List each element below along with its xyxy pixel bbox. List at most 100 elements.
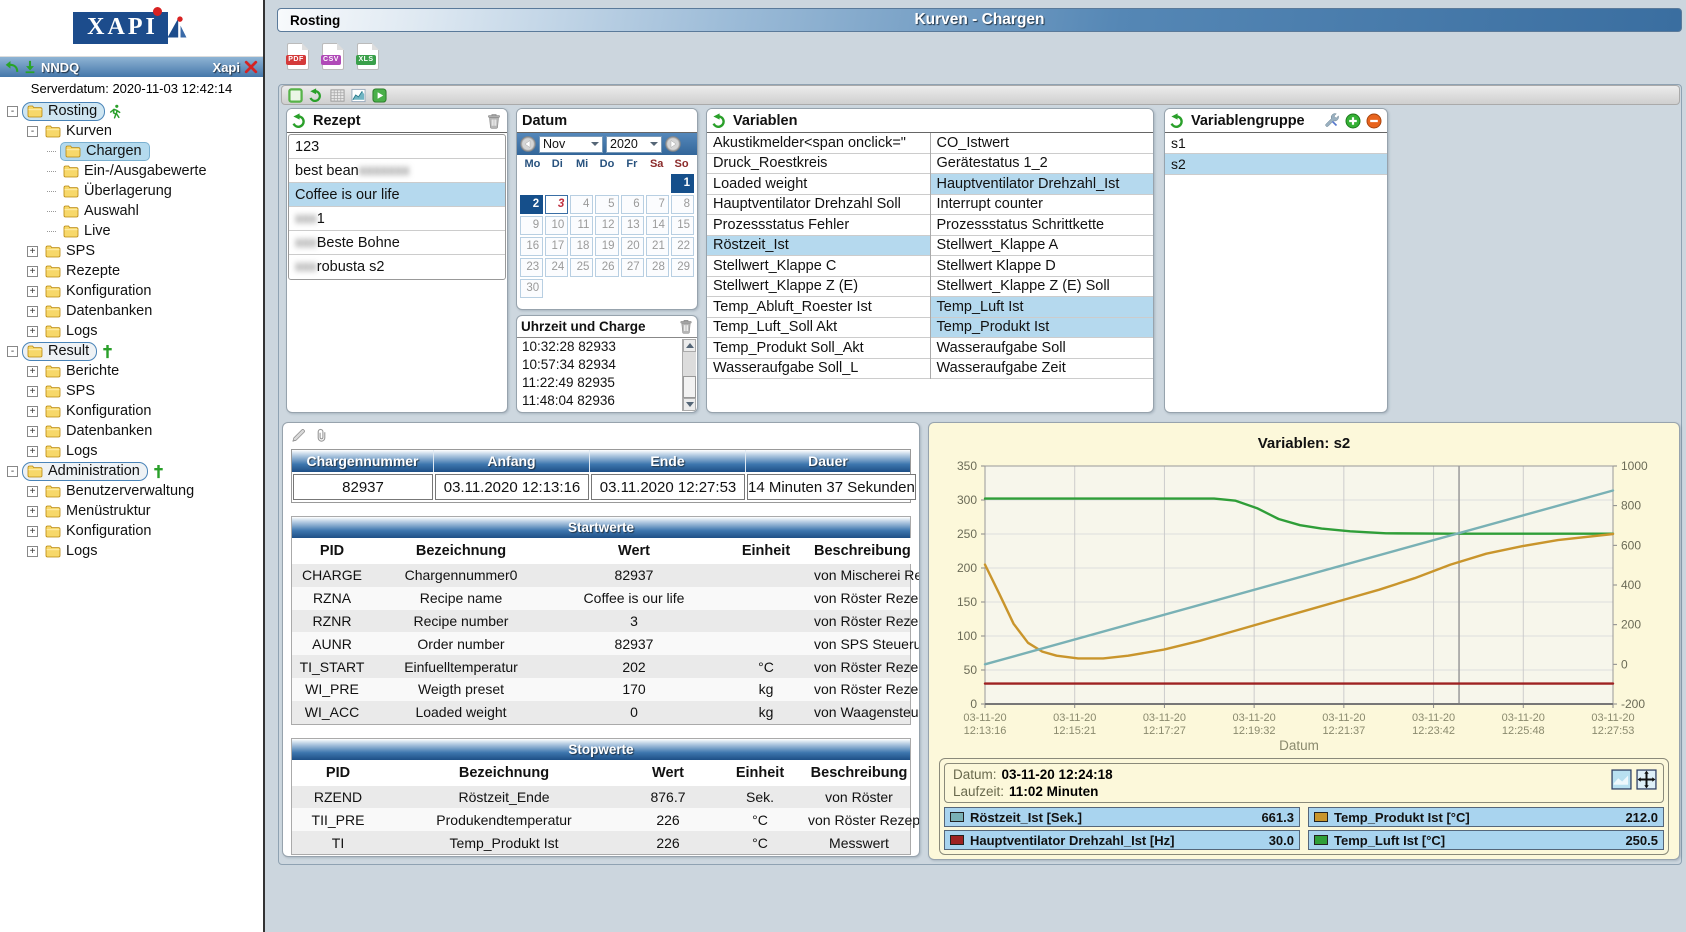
variable-item[interactable]: Loaded weight [707,174,930,195]
charge-time-item[interactable]: 11:22:49 82935 [518,375,682,393]
calendar-day[interactable]: 6 [621,195,644,214]
calendar-day[interactable]: 28 [646,258,669,277]
calendar-day[interactable]: 18 [570,237,593,256]
tree-expander[interactable] [7,106,18,117]
reset-icon[interactable] [1170,113,1186,129]
tree-node[interactable]: Chargen [60,142,150,161]
tree-item[interactable]: Datenbanken [0,301,263,321]
variable-item[interactable]: Hauptventilator Drehzahl_Ist [931,174,1154,195]
tree-item[interactable]: Result [0,341,263,361]
tree-item[interactable]: Berichte [0,361,263,381]
calendar-day[interactable]: 27 [621,258,644,277]
calendar-day[interactable]: 17 [545,237,568,256]
calendar-day[interactable]: 8 [671,195,694,214]
tree-node[interactable]: SPS [42,243,98,259]
tree-node[interactable]: Konfiguration [42,283,154,299]
tree-node[interactable]: Berichte [42,363,122,379]
tree-item[interactable]: Konfiguration [0,521,263,541]
calendar-day[interactable] [545,279,568,298]
tree-expander[interactable] [27,126,38,137]
calendar-day[interactable]: 22 [671,237,694,256]
tree-expander[interactable] [7,346,18,357]
export-pdf-button[interactable]: PDF [287,43,309,70]
variable-item[interactable]: Temp_Produkt Soll_Akt [707,338,930,359]
variable-item[interactable]: Temp_Luft Ist [931,297,1154,318]
tree-node[interactable]: Auswahl [60,203,142,219]
next-month-button[interactable] [665,136,681,152]
tree-item[interactable]: Rezepte [0,261,263,281]
tree-node[interactable]: Rezepte [42,263,123,279]
tree-node[interactable]: Menüstruktur [42,503,154,519]
scroll-thumb[interactable] [683,376,696,398]
calendar-day[interactable]: 20 [621,237,644,256]
pan-move-button[interactable] [1636,769,1657,790]
tree-node[interactable]: Ein-/Ausgabewerte [60,163,210,179]
variable-item[interactable]: Temp_Produkt Ist [931,318,1154,339]
tree-expander[interactable] [27,506,38,517]
month-select[interactable]: Nov [539,136,603,153]
tree-item[interactable]: Überlagerung [0,181,263,201]
rezept-item[interactable]: Coffee is our life [289,183,505,207]
tree-expander[interactable] [27,446,38,457]
chart-view-button[interactable] [351,88,366,103]
tree-node[interactable]: Logs [42,443,100,459]
tree-item[interactable]: Auswahl [0,201,263,221]
tree-item[interactable]: SPS [0,241,263,261]
variable-item[interactable]: Akustikmelder<span onclick=" [707,133,930,154]
tree-expander[interactable] [27,526,38,537]
tree-node[interactable]: Administration [22,462,148,481]
legend-entry[interactable]: Hauptventilator Drehzahl_Ist [Hz] 30.0 [944,830,1300,850]
variable-item[interactable]: Stellwert_Klappe Z (E) Soll [931,277,1154,298]
tree-node[interactable]: Konfiguration [42,403,154,419]
tree-node[interactable]: Result [22,342,97,361]
variable-item[interactable]: Interrupt counter [931,195,1154,216]
tree-item[interactable]: Konfiguration [0,401,263,421]
group-item[interactable]: s1 [1165,133,1387,154]
prev-month-button[interactable] [520,136,536,152]
add-group-button[interactable] [1345,113,1361,129]
calendar-day[interactable] [570,279,593,298]
variable-item[interactable]: Prozessstatus Schrittkette [931,215,1154,236]
tree-expander[interactable] [27,286,38,297]
calendar-day[interactable]: 23 [520,258,543,277]
variable-item[interactable]: Wasseraufgabe Zeit [931,359,1154,380]
tree-item[interactable]: Kurven [0,121,263,141]
rezept-item[interactable]: xxx Beste Bohne [289,231,505,255]
charge-time-item[interactable]: 10:32:28 82933 [518,339,682,357]
tree-node[interactable]: SPS [42,383,98,399]
pencil-icon[interactable] [291,428,306,443]
export-csv-button[interactable]: CSV [322,43,344,70]
chart-thumbnail-button[interactable] [1611,769,1632,790]
tree-node[interactable]: Logs [42,543,100,559]
tree-item[interactable]: SPS [0,381,263,401]
calendar-day[interactable] [520,174,543,193]
calendar-day[interactable] [646,279,669,298]
calendar-day[interactable] [545,174,568,193]
tree-expander[interactable] [27,366,38,377]
legend-entry[interactable]: Temp_Produkt Ist [°C] 212.0 [1308,807,1664,827]
tree-expander[interactable] [27,266,38,277]
tree-node[interactable]: Datenbanken [42,303,155,319]
rezept-item[interactable]: xxx1 [289,207,505,231]
charge-time-item[interactable]: 10:57:34 82934 [518,357,682,375]
tree-item[interactable]: Logs [0,541,263,561]
trash-icon[interactable] [486,113,502,129]
paperclip-icon[interactable] [314,428,329,443]
tree-item[interactable]: Konfiguration [0,281,263,301]
start-button[interactable] [372,88,387,103]
variable-item[interactable]: Wasseraufgabe Soll_L [707,359,930,380]
tree-item[interactable]: Rosting [0,101,263,121]
tree-item[interactable]: Administration [0,461,263,481]
variable-item[interactable]: Stellwert Klappe D [931,256,1154,277]
rezept-item[interactable]: 123 [289,135,505,159]
tree-item[interactable]: Logs [0,321,263,341]
calendar-day[interactable]: 15 [671,216,694,235]
variable-item[interactable]: Temp_Abluft_Roester Ist [707,297,930,318]
wrench-icon[interactable] [1324,113,1340,129]
back-arrow-icon[interactable] [5,60,19,74]
tree-expander[interactable] [27,306,38,317]
calendar-day[interactable] [595,174,618,193]
table-view-button[interactable] [330,88,345,103]
variable-item[interactable]: Stellwert_Klappe A [931,236,1154,257]
tree-item[interactable]: Menüstruktur [0,501,263,521]
